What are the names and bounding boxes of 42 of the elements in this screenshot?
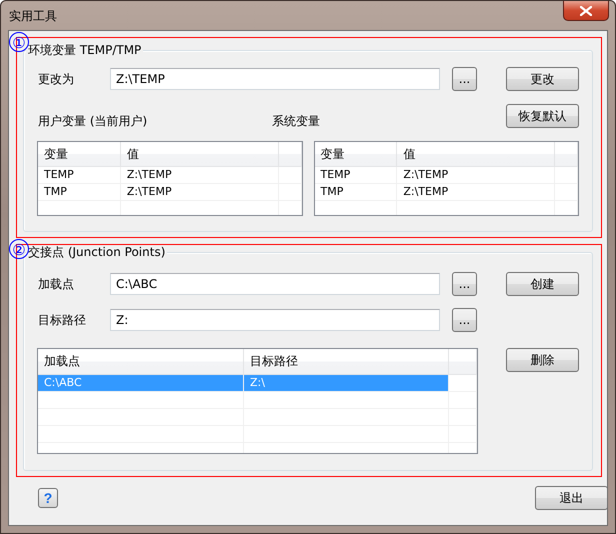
table-cell: Z:\TEMP xyxy=(397,167,556,183)
change-button[interactable]: 更改 xyxy=(506,67,579,91)
table-cell: TMP xyxy=(314,184,398,200)
table-label: 系统变量 xyxy=(272,114,321,128)
input-field[interactable]: C:\ABC xyxy=(110,273,440,295)
column-header[interactable]: 目标路径 xyxy=(244,349,449,374)
window-title: 实用工具 xyxy=(9,8,57,25)
input-field[interactable]: Z: xyxy=(110,309,440,331)
close-button[interactable] xyxy=(563,1,609,21)
table-cell: TEMP xyxy=(38,167,121,183)
field-label: 目标路径 xyxy=(38,312,87,328)
column-header[interactable]: 加载点 xyxy=(38,349,244,374)
create-button[interactable]: 创建 xyxy=(506,272,579,296)
group-title: 交接点 (Junction Points) xyxy=(26,245,168,259)
browse-button[interactable]: ... xyxy=(452,272,477,296)
help-button[interactable]: ? xyxy=(38,488,58,508)
table-cell: TEMP xyxy=(314,167,398,183)
table-cell: Z:\ xyxy=(244,375,449,391)
column-header[interactable]: 值 xyxy=(397,142,556,166)
table-cell: Z:\TEMP xyxy=(397,184,556,200)
table-cell: C:\ABC xyxy=(38,375,244,391)
close-icon xyxy=(580,6,592,16)
table-cell: Z:\TEMP xyxy=(120,167,279,183)
table-row[interactable]: TEMP Z:\TEMP xyxy=(38,167,302,184)
input-field[interactable]: Z:\TEMP xyxy=(110,68,440,90)
table-row[interactable]: TMP Z:\TEMP xyxy=(38,184,302,201)
exit-button[interactable]: 退出 xyxy=(535,486,608,510)
table-label: 用户变量 (当前用户) xyxy=(38,114,148,128)
table-cell: Z:\TEMP xyxy=(120,184,279,200)
column-header[interactable]: 变量 xyxy=(38,142,121,166)
field-label: 加载点 xyxy=(38,276,75,292)
group-title: 环境变量 TEMP/TMP xyxy=(26,43,144,57)
browse-button[interactable]: ... xyxy=(452,308,477,332)
column-header[interactable]: 变量 xyxy=(314,142,398,166)
field-label: 更改为 xyxy=(38,70,75,88)
delete-button[interactable]: 删除 xyxy=(506,348,579,372)
browse-button[interactable]: ... xyxy=(452,67,477,91)
table-row[interactable]: TMP Z:\TEMP xyxy=(314,184,578,201)
table-cell: TMP xyxy=(38,184,121,200)
table-row[interactable]: TEMP Z:\TEMP xyxy=(314,167,578,184)
column-header[interactable]: 值 xyxy=(120,142,279,166)
restore-button[interactable]: 恢复默认 xyxy=(506,104,579,128)
